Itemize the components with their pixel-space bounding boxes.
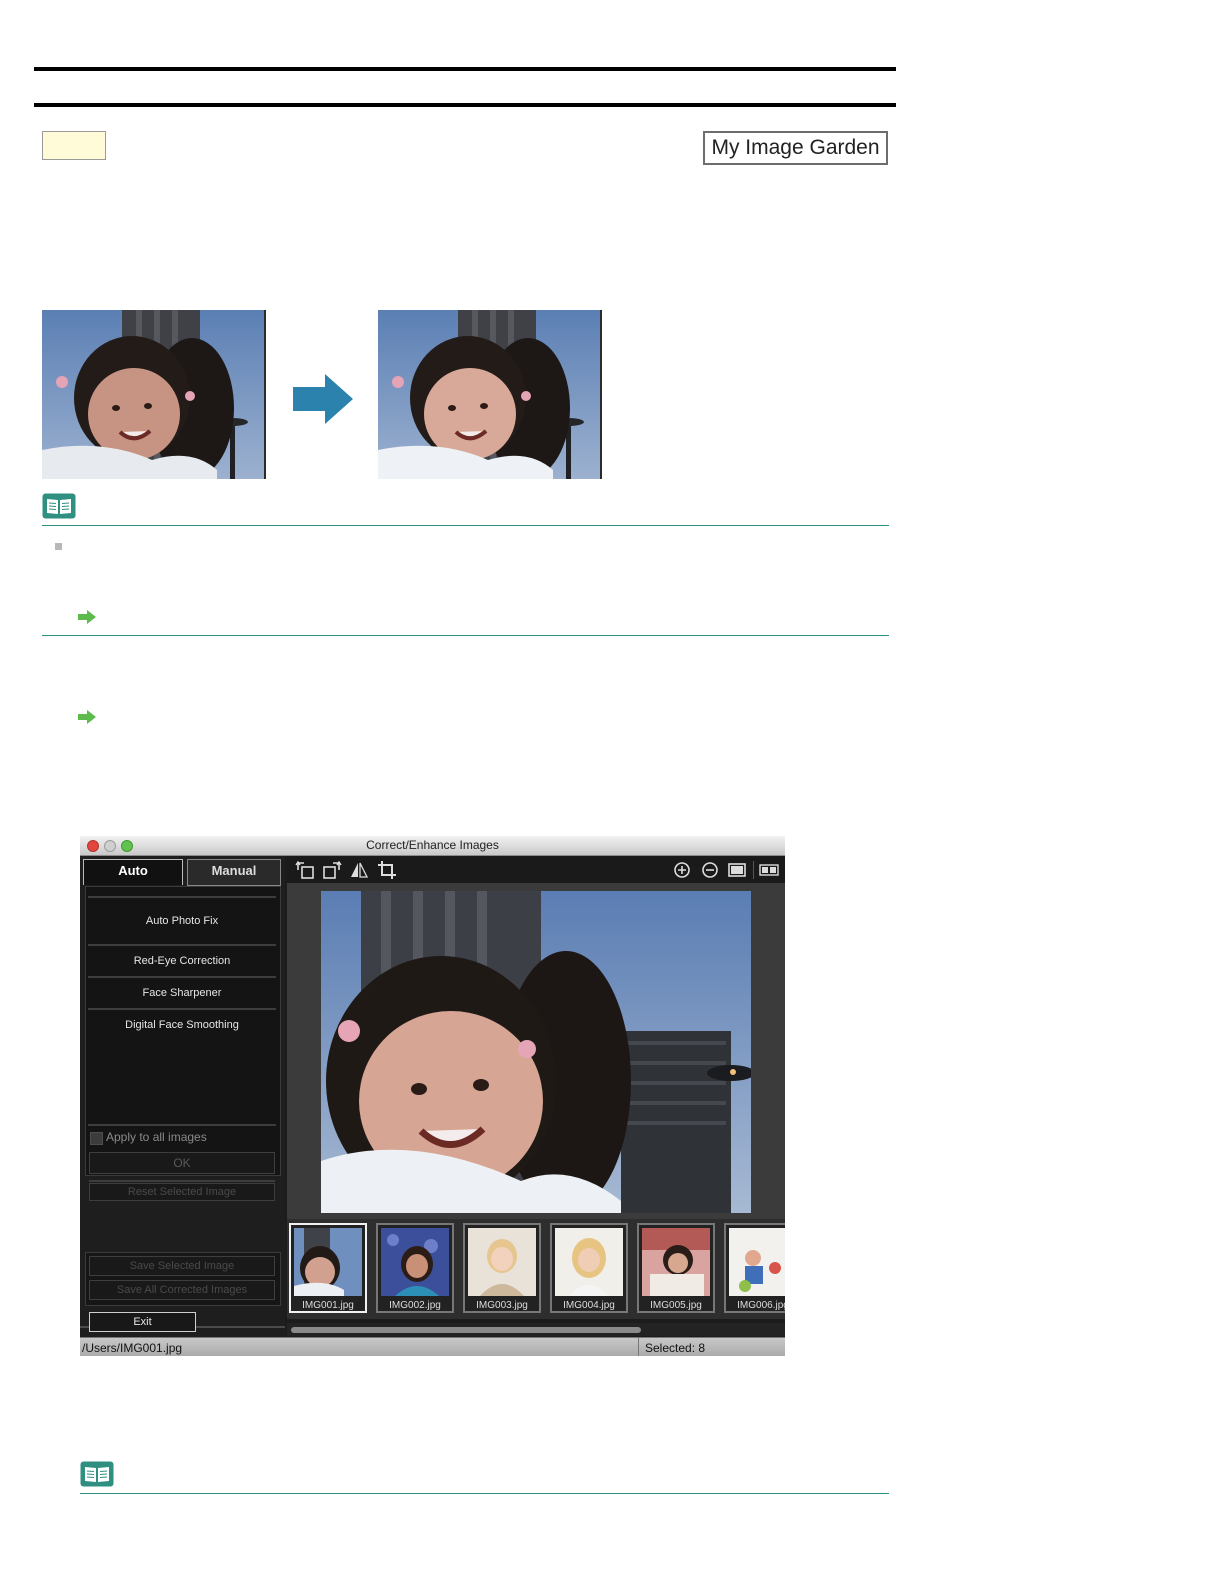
digital-face-smoothing-button[interactable]: Digital Face Smoothing bbox=[88, 1019, 276, 1031]
thumbnail-label: IMG006.jpg bbox=[737, 1300, 785, 1311]
thumbnail-image bbox=[294, 1228, 362, 1296]
arrow-right-icon bbox=[293, 374, 353, 424]
thumbnail-label: IMG004.jpg bbox=[563, 1300, 615, 1311]
separator bbox=[88, 896, 276, 898]
link-arrow-icon[interactable] bbox=[78, 610, 96, 624]
thumbnail-img001[interactable]: IMG001.jpg bbox=[289, 1223, 367, 1313]
ok-button[interactable]: OK bbox=[89, 1152, 275, 1174]
red-eye-correction-button[interactable]: Red-Eye Correction bbox=[88, 955, 276, 967]
correct-enhance-window: Correct/Enhance Images Auto Manual Auto … bbox=[80, 836, 785, 1356]
window-title: Correct/Enhance Images bbox=[366, 838, 499, 852]
thumbnail-image bbox=[555, 1228, 623, 1296]
note-top-line bbox=[80, 1493, 889, 1494]
thumbnail-img004[interactable]: IMG004.jpg bbox=[550, 1223, 628, 1313]
note-top-line bbox=[42, 525, 889, 526]
crop-icon[interactable] bbox=[377, 860, 397, 880]
separator bbox=[88, 976, 276, 978]
note-book-icon bbox=[80, 1461, 114, 1487]
thumbnail-img003[interactable]: IMG003.jpg bbox=[463, 1223, 541, 1313]
thumbnail-img006[interactable]: IMG006.jpg bbox=[724, 1223, 785, 1313]
save-selected-image-button[interactable]: Save Selected Image bbox=[89, 1256, 275, 1276]
exit-button[interactable]: Exit bbox=[89, 1312, 196, 1332]
thumbnail-scrollbar[interactable] bbox=[287, 1323, 785, 1336]
note-bottom-line bbox=[42, 635, 889, 636]
preview-photo bbox=[321, 891, 751, 1213]
status-bar: /Users/IMG001.jpg Selected: 8 bbox=[80, 1337, 785, 1356]
thumbnail-img005[interactable]: IMG005.jpg bbox=[637, 1223, 715, 1313]
separator bbox=[88, 1008, 276, 1010]
auto-photo-fix-button[interactable]: Auto Photo Fix bbox=[88, 915, 276, 927]
function-panel: Auto Photo Fix Red-Eye Correction Face S… bbox=[85, 886, 281, 1176]
bullet-marker bbox=[55, 543, 62, 550]
status-selected-count: Selected: 8 bbox=[645, 1341, 706, 1355]
full-screen-icon[interactable] bbox=[727, 860, 747, 880]
after-photo bbox=[378, 310, 602, 479]
thumbnail-label: IMG002.jpg bbox=[389, 1300, 441, 1311]
preview-area bbox=[287, 883, 785, 1219]
status-file-path: /Users/IMG001.jpg bbox=[82, 1341, 183, 1355]
compare-view-icon[interactable] bbox=[759, 860, 779, 880]
scrollbar-thumb[interactable] bbox=[291, 1327, 641, 1333]
note-book-icon bbox=[42, 493, 76, 519]
toolbar-divider bbox=[753, 861, 754, 879]
rotate-right-icon[interactable] bbox=[322, 860, 342, 880]
zoom-in-icon[interactable] bbox=[672, 860, 692, 880]
link-arrow-icon[interactable] bbox=[78, 710, 96, 724]
reset-selected-image-button[interactable]: Reset Selected Image bbox=[89, 1183, 275, 1201]
thumbnail-image bbox=[468, 1228, 536, 1296]
apply-all-label: Apply to all images bbox=[106, 1130, 207, 1144]
tab-manual[interactable]: Manual bbox=[187, 859, 281, 886]
header-rule bbox=[34, 103, 896, 107]
top-rule bbox=[34, 67, 896, 71]
highlight-box bbox=[42, 131, 106, 160]
separator bbox=[88, 1124, 276, 1126]
face-sharpener-button[interactable]: Face Sharpener bbox=[88, 987, 276, 999]
left-panel: Auto Manual Auto Photo Fix Red-Eye Corre… bbox=[80, 856, 285, 1336]
app-name-label: My Image Garden bbox=[703, 131, 888, 165]
thumbnail-label: IMG005.jpg bbox=[650, 1300, 702, 1311]
zoom-out-icon[interactable] bbox=[700, 860, 720, 880]
separator bbox=[89, 1180, 275, 1182]
toolbar bbox=[287, 856, 785, 883]
thumbnail-image bbox=[642, 1228, 710, 1296]
thumbnail-image bbox=[729, 1228, 785, 1296]
thumbnail-img002[interactable]: IMG002.jpg bbox=[376, 1223, 454, 1313]
thumbnail-label: IMG001.jpg bbox=[302, 1300, 354, 1311]
save-all-corrected-images-button[interactable]: Save All Corrected Images bbox=[89, 1280, 275, 1300]
thumbnail-label: IMG003.jpg bbox=[476, 1300, 528, 1311]
apply-all-checkbox[interactable] bbox=[90, 1132, 103, 1145]
tab-auto[interactable]: Auto bbox=[83, 859, 183, 885]
before-photo bbox=[42, 310, 266, 479]
thumbnail-image bbox=[381, 1228, 449, 1296]
flip-icon[interactable] bbox=[349, 860, 369, 880]
status-divider bbox=[638, 1338, 639, 1356]
rotate-left-icon[interactable] bbox=[295, 860, 315, 880]
window-titlebar: Correct/Enhance Images bbox=[80, 836, 785, 856]
separator bbox=[88, 944, 276, 946]
thumbnail-strip: IMG001.jpg IMG002.jpg IMG003.jpg IMG004.… bbox=[287, 1219, 785, 1319]
